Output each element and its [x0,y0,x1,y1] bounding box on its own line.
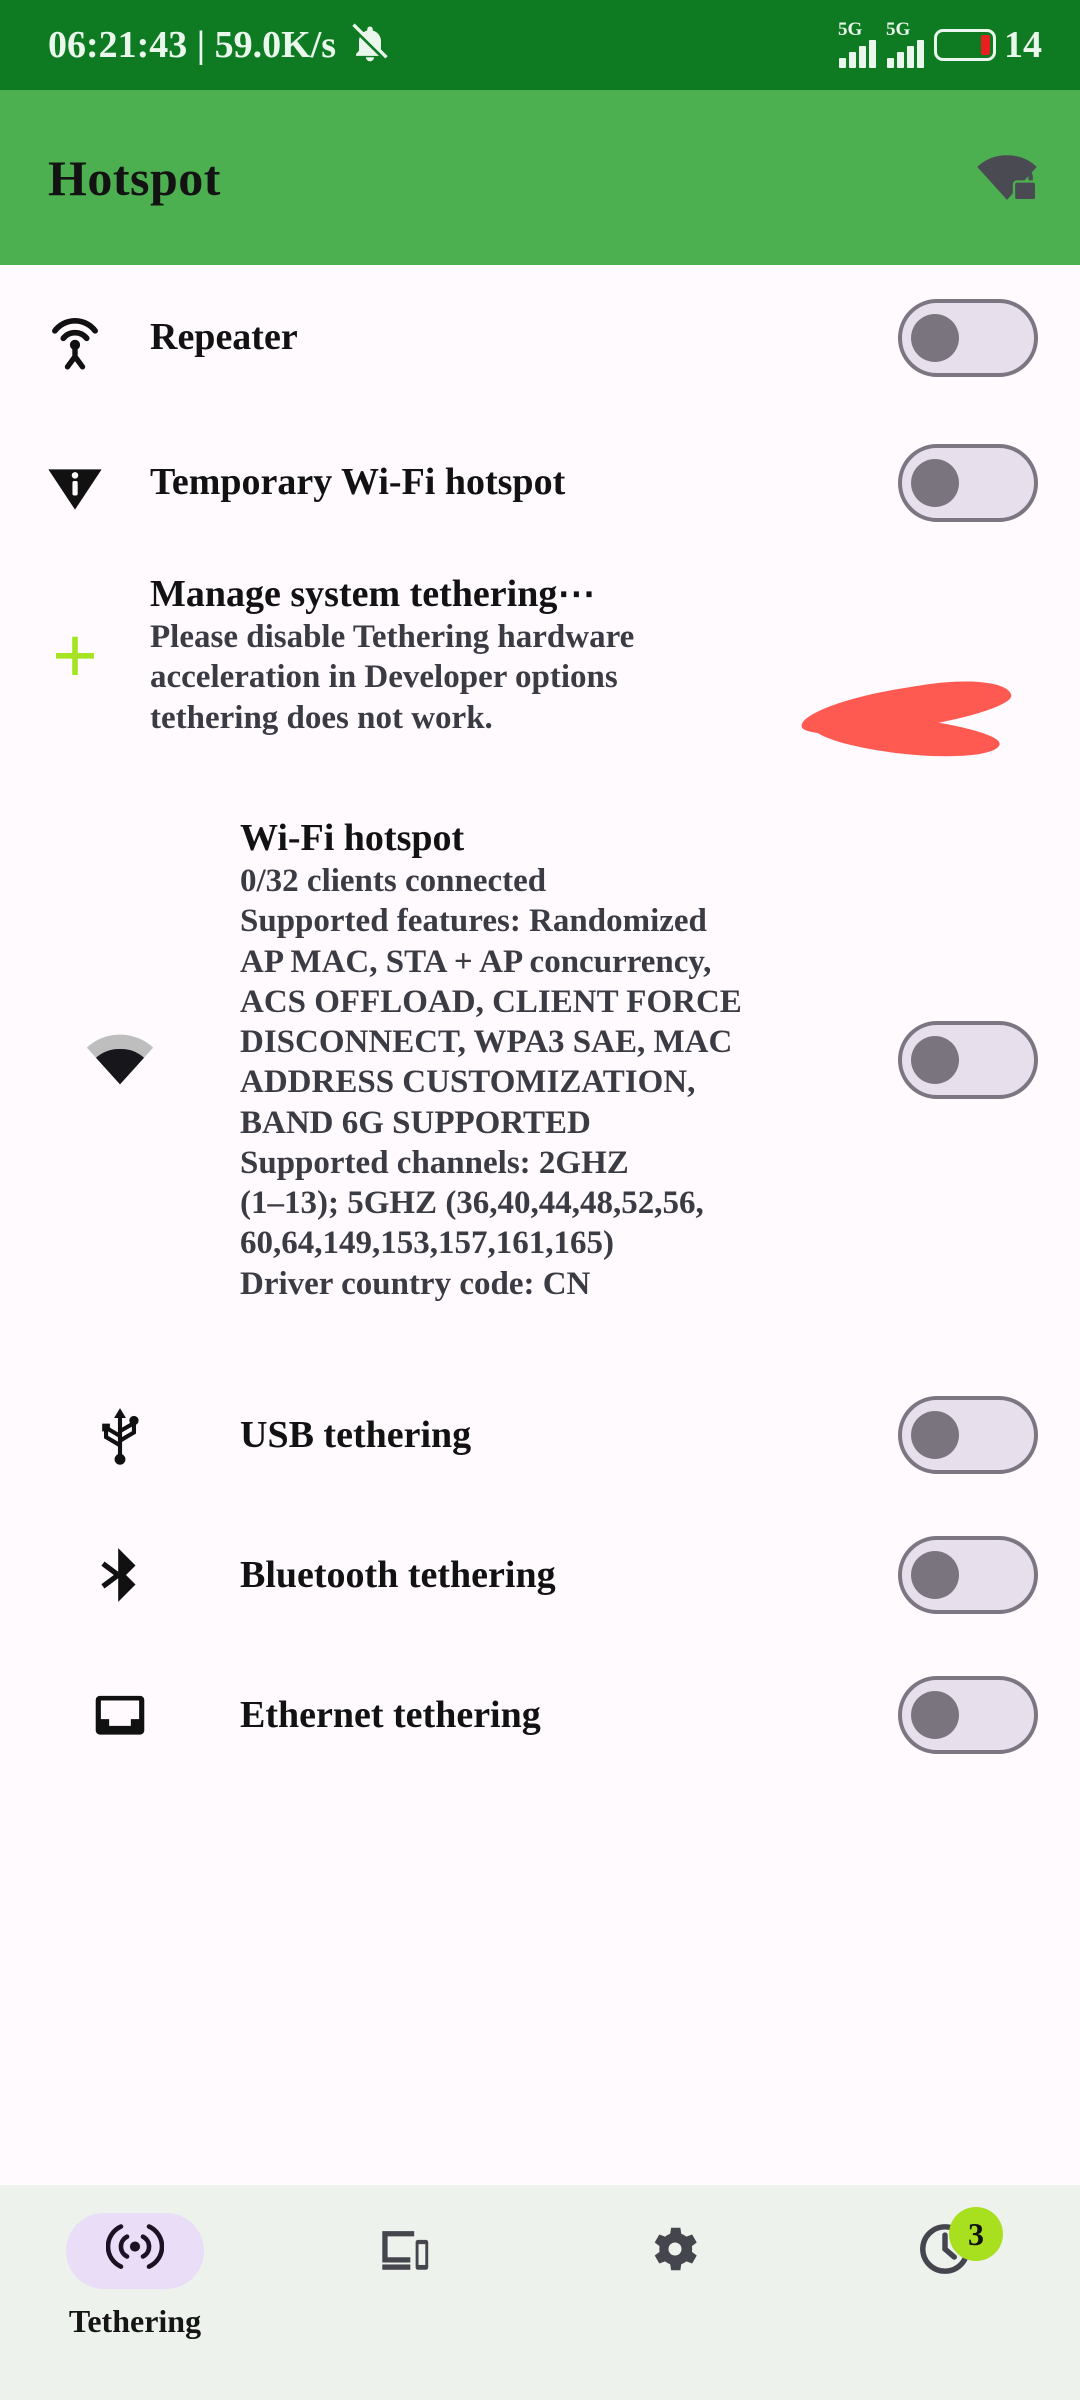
list-item-ethernet-tethering-tail [894,1676,1042,1754]
nav-item-devices-icon-wrap [336,2213,474,2289]
nav-item-tethering-label: Tethering [68,2303,202,2339]
network-type-label-1: 5G [838,19,863,40]
history-badge: 3 [949,2207,1003,2261]
status-bar-left: 06:21:43 | 59.0K/s [48,21,392,70]
status-clock: 06:21:43 | 59.0K/s [48,24,337,66]
wifi-desc-line-5: DISCONNECT, WPA3 SAE, MAC [240,1024,733,1061]
list-item-repeater[interactable]: Repeater [0,265,1080,410]
battery-percent: 14 [1004,24,1042,66]
list-item-bluetooth-tethering-label: Bluetooth tethering [240,1553,556,1596]
wifi-desc-line-7: BAND 6G SUPPORTED [240,1104,591,1141]
usb-icon [0,1404,240,1466]
hotspot-icon [105,2220,165,2283]
signal-indicator-1: 5G [838,19,876,68]
toggle-bluetooth-tethering[interactable] [898,1536,1038,1614]
devices-icon [376,2220,434,2283]
list-item-ethernet-tethering-body: Ethernet tethering [240,1693,894,1738]
battery-icon [934,29,996,61]
gear-icon [646,2220,704,2283]
toggle-temporary-hotspot[interactable] [898,443,1038,522]
wifi-desc-line-8: Supported channels: 2GHZ [240,1144,629,1181]
app-header: Hotspot [0,90,1080,265]
list-item-usb-tethering-tail [894,1396,1042,1474]
list-item-ethernet-tethering[interactable]: Ethernet tethering [0,1645,1080,1785]
list-item-temporary-hotspot-tail [894,443,1042,522]
signal-bars-2 [887,40,924,68]
signal-indicator-2: 5G [886,19,924,68]
list-item-wifi-hotspot-description: 0/32 clients connected Supported feature… [240,861,880,1304]
repeater-antenna-icon [0,302,150,374]
signal-bars-1 [839,40,876,68]
wifi-desc-line-11: Driver country code: CN [240,1265,591,1302]
nav-item-history[interactable]: 3 [810,2185,1080,2303]
list-item-repeater-body: Repeater [150,315,894,360]
bell-mute-icon [348,21,392,70]
list-item-temporary-hotspot-body: Temporary Wi-Fi hotspot [150,460,894,505]
network-type-label-2: 5G [886,19,911,40]
ethernet-icon [0,1684,240,1746]
list-item-bluetooth-tethering[interactable]: Bluetooth tethering [0,1505,1080,1645]
list-item-usb-tethering[interactable]: USB tethering [0,1365,1080,1505]
list-item-wifi-hotspot[interactable]: Wi-Fi hotspot 0/32 clients connected Sup… [0,755,1080,1365]
page-title: Hotspot [48,149,221,206]
list-item-usb-tethering-label: USB tethering [240,1413,472,1456]
bluetooth-icon [0,1544,240,1606]
wifi-lock-icon[interactable] [972,143,1042,213]
manage-desc-line-1: Please disable Tethering hardware [150,619,635,656]
nav-item-tethering[interactable]: Tethering [0,2185,270,2340]
wifi-desc-line-9: (1–13); 5GHZ (36,40,44,48,52,56, [240,1185,704,1222]
list-item-repeater-tail [894,298,1042,377]
list-item-manage-description: Please disable Tethering hardware accele… [150,617,880,738]
list-item-repeater-label: Repeater [150,316,298,359]
plus-icon: + [52,610,98,699]
toggle-repeater[interactable] [898,298,1038,377]
list-item-usb-tethering-body: USB tethering [240,1413,894,1458]
list-item-temporary-hotspot[interactable]: Temporary Wi-Fi hotspot [0,410,1080,555]
list-item-manage-body: Manage system tethering⋯ Please disable … [150,572,894,738]
list-item-manage-system-tethering[interactable]: + Manage system tethering⋯ Please disabl… [0,555,1080,755]
toggle-usb-tethering[interactable] [898,1396,1038,1474]
list-item-manage-label: Manage system tethering⋯ [150,573,596,616]
wifi-desc-line-1: 0/32 clients connected [240,863,547,900]
list-item-wifi-hotspot-tail [894,1021,1042,1099]
toggle-wifi-hotspot[interactable] [898,1021,1038,1099]
wifi-desc-line-10: 60,64,149,153,157,161,165) [240,1225,614,1262]
battery-indicator: 14 [934,26,1042,64]
list-item-temporary-hotspot-label: Temporary Wi-Fi hotspot [150,461,566,504]
manage-desc-line-2: acceleration in Developer options [150,659,618,696]
status-bar-right: 5G 5G 14 [838,19,1042,68]
list-item-bluetooth-tethering-body: Bluetooth tethering [240,1553,894,1598]
status-bar: 06:21:43 | 59.0K/s 5G 5G 14 [0,0,1080,90]
info-pin-icon [0,449,150,517]
list-item-ethernet-tethering-label: Ethernet tethering [240,1693,541,1736]
wifi-desc-line-3: AP MAC, STA + AP concurrency, [240,943,712,980]
nav-item-tethering-pill [66,2213,204,2289]
nav-item-settings-icon-wrap [606,2213,744,2289]
bottom-navigation-bar: Tethering 3 [0,2185,1080,2400]
manage-desc-line-3: tethering does not work. [150,699,493,736]
toggle-ethernet-tethering[interactable] [898,1676,1038,1754]
list-item-wifi-hotspot-body: Wi-Fi hotspot 0/32 clients connected Sup… [240,816,894,1304]
wifi-signal-icon [0,1021,240,1099]
wifi-desc-line-6: ADDRESS CUSTOMIZATION, [240,1064,696,1101]
wifi-desc-line-4: ACS OFFLOAD, CLIENT FORCE [240,983,742,1020]
tethering-settings-list: Repeater Temporary Wi-Fi hotspot + Manag… [0,265,1080,1785]
nav-item-settings[interactable] [540,2185,810,2303]
list-item-bluetooth-tethering-tail [894,1536,1042,1614]
list-item-wifi-hotspot-label: Wi-Fi hotspot [240,817,465,860]
nav-item-devices[interactable] [270,2185,540,2303]
wifi-desc-line-2: Supported features: Randomized [240,903,707,940]
